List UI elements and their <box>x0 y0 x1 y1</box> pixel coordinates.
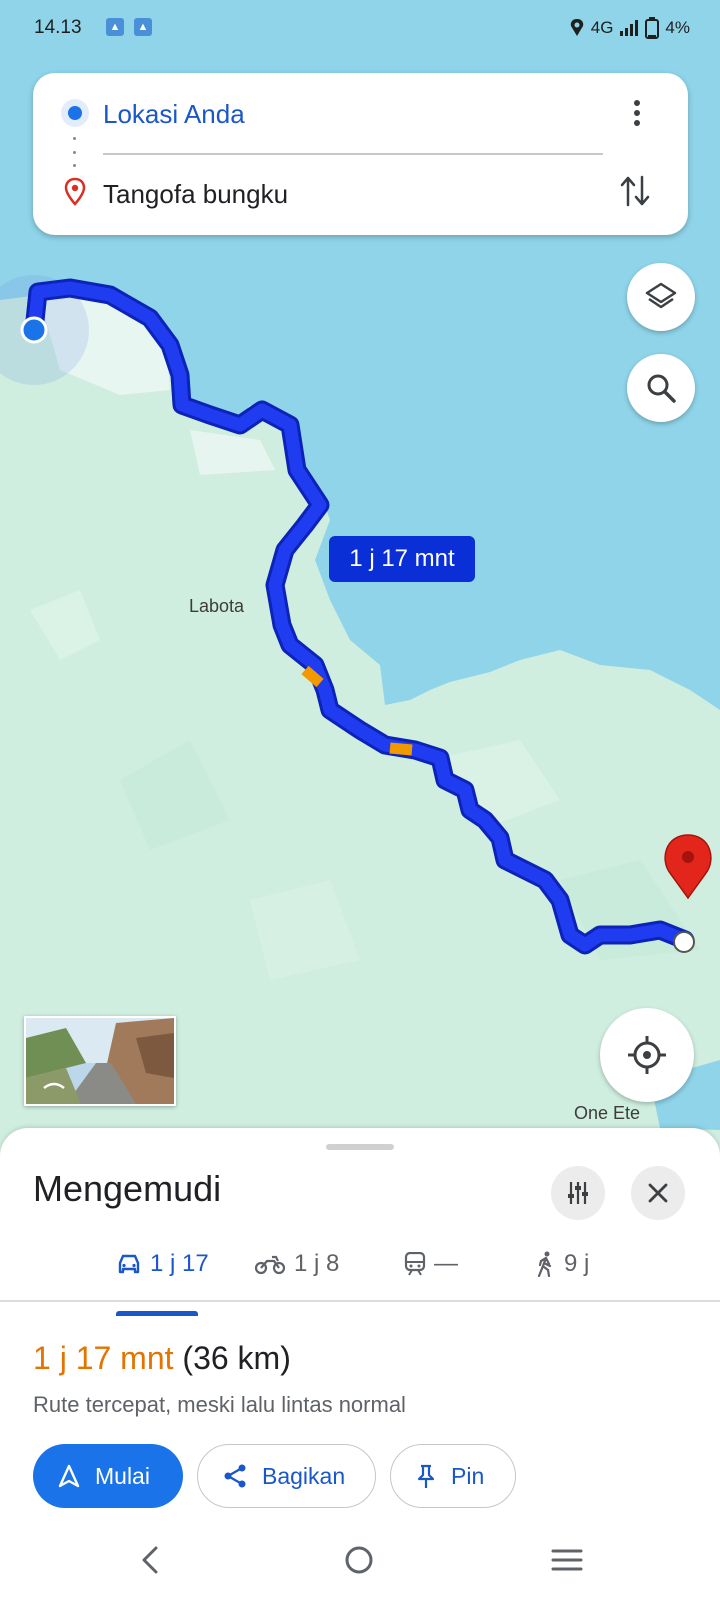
status-bar: 14.13 ▲ ▲ 4G 4% <box>0 0 720 56</box>
share-icon <box>224 1464 246 1488</box>
location-icon <box>570 19 583 36</box>
motorcycle-icon <box>254 1255 286 1275</box>
route-description: Rute tercepat, meski lalu lintas normal <box>33 1392 406 1417</box>
pin-icon <box>417 1464 435 1488</box>
battery-icon <box>645 17 660 39</box>
train-icon <box>404 1252 426 1276</box>
status-time: 14.13 <box>34 17 82 38</box>
home-icon[interactable] <box>343 1544 375 1576</box>
signal-icon <box>620 20 639 36</box>
more-options-icon[interactable] <box>623 97 651 129</box>
origin-dot-icon <box>61 99 89 127</box>
route-distance: (36 km) <box>182 1340 291 1376</box>
share-label: Bagikan <box>262 1462 346 1489</box>
system-nav-bar <box>0 1530 720 1600</box>
destination-marker-icon <box>64 177 86 206</box>
tab-label: 9 j <box>564 1250 590 1277</box>
battery-level: 4% <box>665 18 690 37</box>
tab-walking[interactable]: 9 j <box>536 1228 589 1300</box>
tab-driving[interactable]: 1 j 17 <box>116 1228 209 1300</box>
tab-label: — <box>434 1250 458 1277</box>
close-icon <box>648 1183 668 1203</box>
start-label: Mulai <box>95 1462 150 1489</box>
navigation-arrow-icon <box>58 1464 80 1488</box>
place-label: Labota <box>189 596 245 616</box>
destination-field[interactable]: Tangofa bungku <box>103 179 288 210</box>
drag-handle[interactable] <box>326 1144 394 1150</box>
origin-field[interactable]: Lokasi Anda <box>103 99 245 130</box>
route-dots-icon <box>73 137 77 167</box>
pin-button[interactable]: Pin <box>390 1444 516 1508</box>
notification-app-icon: ▲ <box>106 18 124 36</box>
route-eta-label[interactable]: 1 j 17 mnt <box>329 536 475 582</box>
travel-mode-title: Mengemudi <box>33 1168 222 1209</box>
tab-motorcycle[interactable]: 1 j 8 <box>254 1228 339 1300</box>
my-location-icon <box>628 1036 666 1074</box>
notification-app-icon: ▲ <box>134 18 152 36</box>
close-button[interactable] <box>631 1166 685 1220</box>
network-type: 4G <box>590 18 614 37</box>
active-tab-indicator <box>116 1311 198 1316</box>
place-label: One Ete <box>574 1103 641 1123</box>
street-view-thumbnail[interactable] <box>24 1016 176 1106</box>
layers-icon <box>645 282 677 309</box>
route-duration: 1 j 17 mnt <box>33 1340 174 1376</box>
start-button[interactable]: Mulai <box>33 1444 183 1508</box>
route-options-button[interactable] <box>551 1166 605 1220</box>
search-icon <box>647 374 676 403</box>
status-right: 4G 4% <box>569 17 690 39</box>
tune-icon <box>568 1182 588 1204</box>
back-icon[interactable] <box>138 1544 162 1576</box>
recents-menu-icon[interactable] <box>551 1546 583 1574</box>
search-along-route-button[interactable] <box>627 354 695 422</box>
tab-label: 1 j 17 <box>150 1250 209 1277</box>
route-card: Lokasi Anda Tangofa bungku <box>33 73 688 235</box>
walk-icon <box>537 1251 552 1277</box>
tab-transit[interactable]: — <box>404 1228 458 1300</box>
share-button[interactable]: Bagikan <box>197 1444 376 1508</box>
tab-label: 1 j 8 <box>294 1250 340 1277</box>
layers-button[interactable] <box>627 263 695 331</box>
pin-label: Pin <box>451 1462 485 1489</box>
route-summary: 1 j 17 mnt (36 km) <box>33 1340 291 1377</box>
divider <box>103 153 603 155</box>
travel-mode-tabs: 1 j 17 1 j 8 — 9 j <box>0 1228 720 1302</box>
swap-route-icon[interactable] <box>618 173 652 209</box>
recenter-button[interactable] <box>600 1008 694 1102</box>
car-icon <box>118 1254 140 1274</box>
